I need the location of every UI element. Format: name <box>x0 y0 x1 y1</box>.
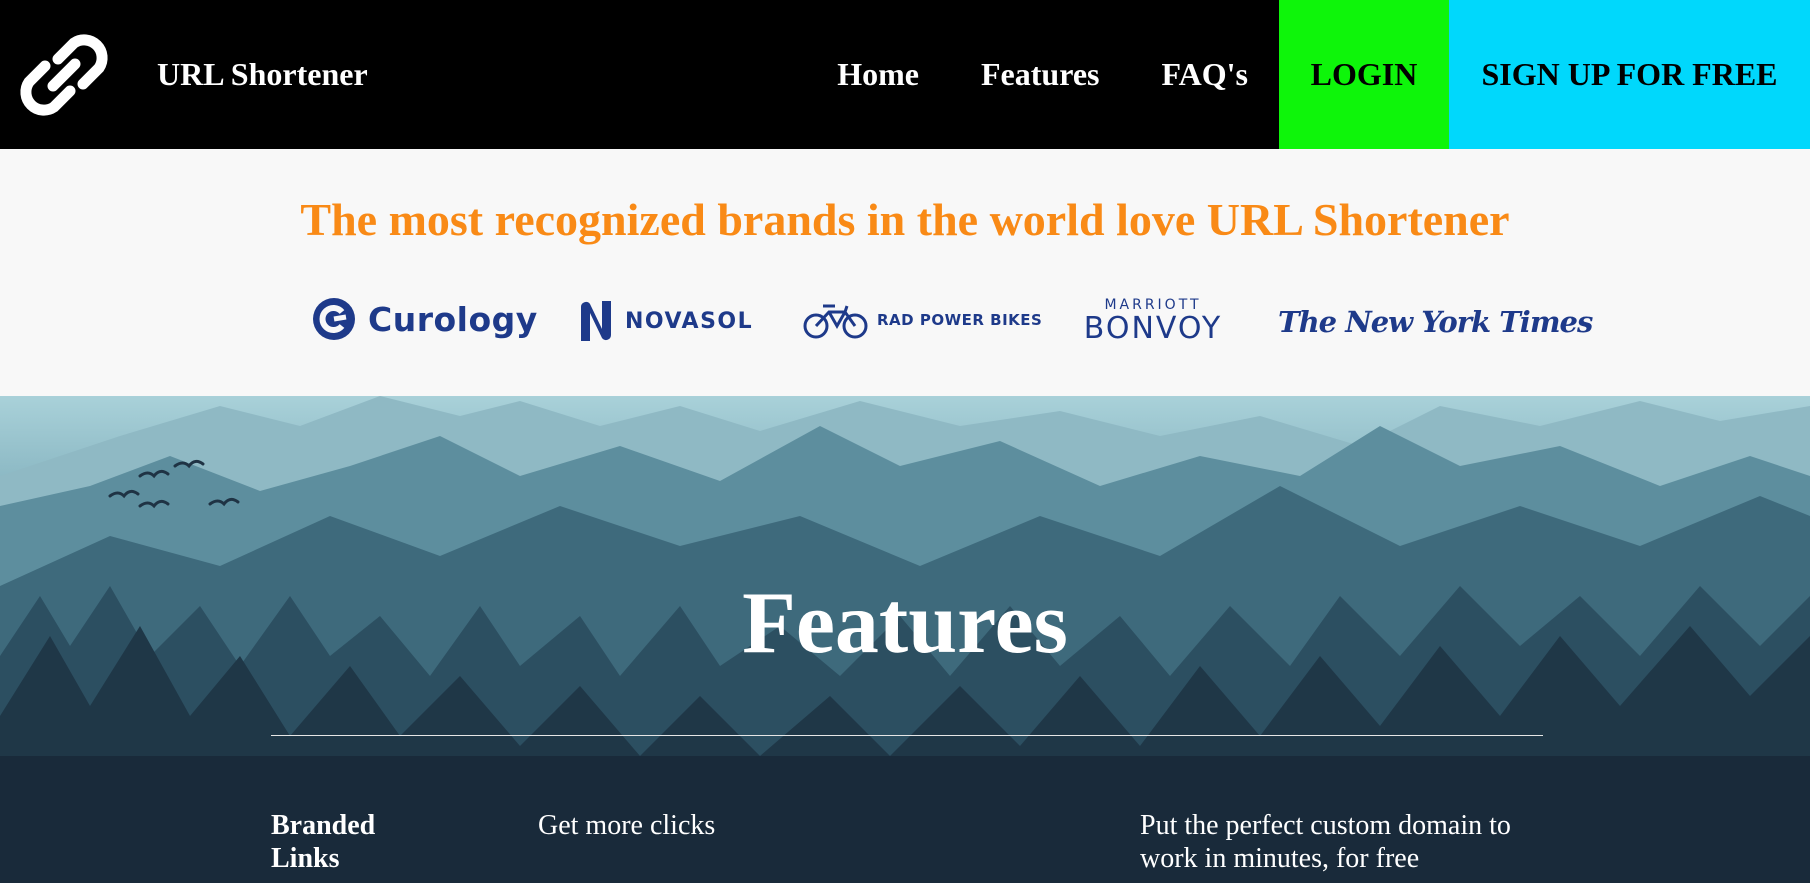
nyt-logo: The New York Times <box>1278 304 1593 340</box>
brands-heading: The most recognized brands in the world … <box>300 194 1510 245</box>
nyt-wordmark: The New York Times <box>1278 305 1593 339</box>
rad-power-bikes-wordmark: RAD POWER BIKES <box>877 311 1043 329</box>
chain-link-icon <box>19 33 108 116</box>
novasol-logo: NOVASOL <box>577 298 753 344</box>
feature-label: Branded Links <box>271 810 376 874</box>
brands-section: The most recognized brands in the world … <box>0 149 1810 396</box>
nav-features-link[interactable]: Features <box>950 0 1130 149</box>
curology-wordmark: Curology <box>368 299 538 339</box>
bonvoy-wordmark: BONVOY <box>1083 311 1223 346</box>
nav-faqs-link[interactable]: FAQ's <box>1130 0 1279 149</box>
features-hero: Features Branded Links Get more clicks P… <box>0 396 1810 883</box>
feature-description: Get more clicks <box>538 810 716 841</box>
marriott-bonvoy-logo: MARRIOTT BONVOY <box>1078 297 1228 345</box>
novasol-n-icon <box>581 301 611 341</box>
top-navbar: URL Shortener Home Features FAQ's LOGIN … <box>0 0 1810 149</box>
link-logo[interactable] <box>0 0 127 149</box>
signup-button[interactable]: SIGN UP FOR FREE <box>1449 0 1810 149</box>
rad-power-bikes-logo: RAD POWER BIKES <box>803 299 1042 341</box>
nav-home-link[interactable]: Home <box>806 0 950 149</box>
bike-icon <box>803 304 868 339</box>
login-button[interactable]: LOGIN <box>1279 0 1449 149</box>
features-heading: Features <box>742 575 1068 672</box>
main-nav: Home Features FAQ's LOGIN SIGN UP FOR FR… <box>806 0 1810 149</box>
curology-logo: Curology <box>312 296 538 342</box>
section-divider <box>271 735 1543 736</box>
feature-detail: Put the perfect custom domain to work in… <box>1140 810 1511 874</box>
novasol-wordmark: NOVASOL <box>625 308 754 334</box>
site-brand-name[interactable]: URL Shortener <box>157 0 368 149</box>
curology-mark-icon <box>313 298 355 340</box>
